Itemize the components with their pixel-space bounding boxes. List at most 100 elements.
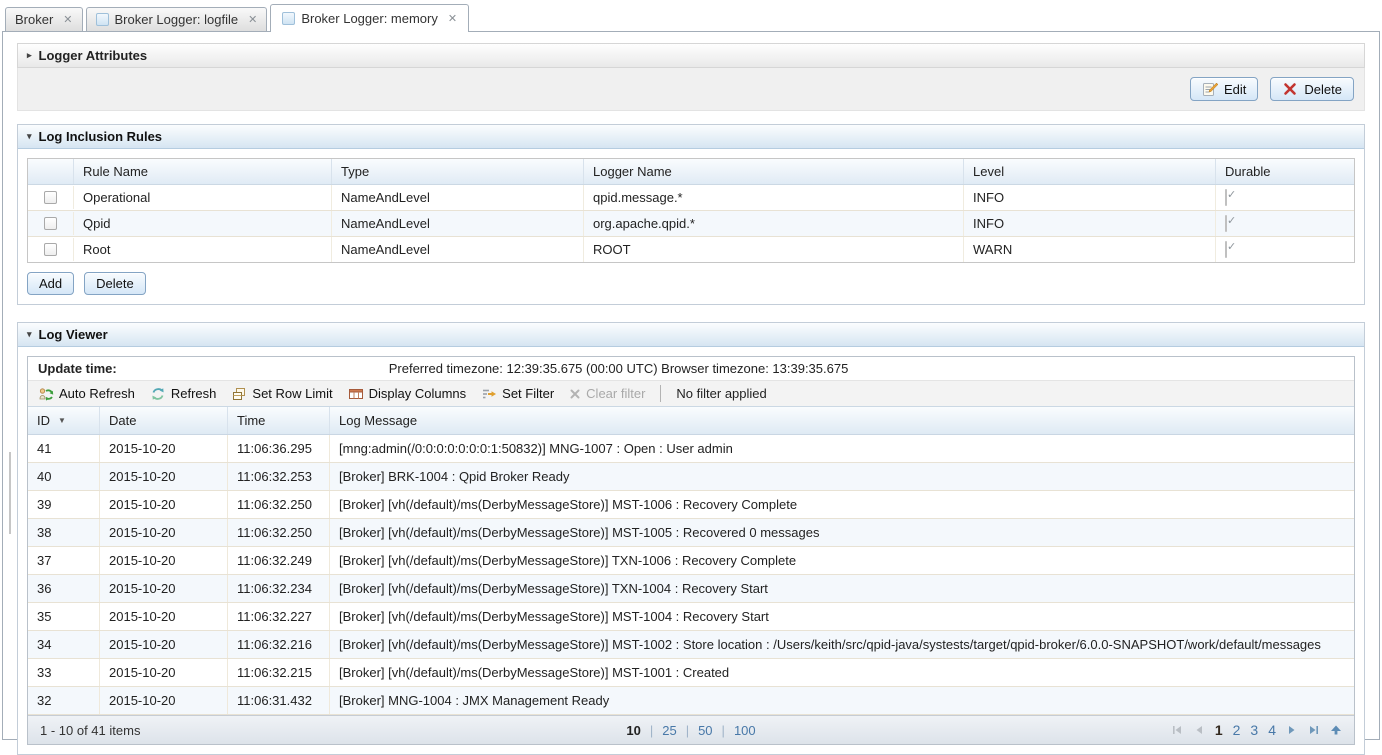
- log-row[interactable]: 32 2015-10-20 11:06:31.432 [Broker] MNG-…: [28, 687, 1354, 715]
- log-inclusion-rules-header[interactable]: ▾ Log Inclusion Rules: [18, 125, 1364, 149]
- update-time-row: Update time: Preferred timezone: 12:39:3…: [28, 357, 1354, 380]
- log-id-cell: 40: [28, 463, 100, 490]
- pager-next-icon[interactable]: [1286, 724, 1298, 736]
- delete-rule-button[interactable]: Delete: [84, 272, 146, 295]
- tab-broker-logger-memory[interactable]: Broker Logger: memory ✕: [270, 4, 469, 32]
- rule-type-cell: NameAndLevel: [332, 237, 584, 262]
- log-id-cell: 36: [28, 575, 100, 602]
- log-id-cell: 41: [28, 435, 100, 462]
- display-columns-button[interactable]: Display Columns: [348, 386, 467, 402]
- page-size-50[interactable]: 50: [698, 723, 712, 738]
- clear-filter-label: Clear filter: [586, 386, 645, 401]
- log-row[interactable]: 39 2015-10-20 11:06:32.250 [Broker] [vh(…: [28, 491, 1354, 519]
- set-row-limit-button[interactable]: Set Row Limit: [231, 386, 332, 402]
- page-size-selector: 10 | 25 | 50 | 100: [626, 723, 755, 738]
- page-size-10: 10: [626, 723, 640, 738]
- log-date-cell: 2015-10-20: [100, 659, 228, 686]
- rules-table: Rule Name Type Logger Name Level Durable…: [27, 158, 1355, 263]
- log-row[interactable]: 34 2015-10-20 11:06:32.216 [Broker] [vh(…: [28, 631, 1354, 659]
- page-scrollbar-thumb[interactable]: [9, 452, 11, 534]
- filter-status-text: No filter applied: [676, 386, 766, 401]
- column-header-log-message[interactable]: Log Message: [330, 407, 1354, 434]
- add-rule-label: Add: [39, 276, 62, 291]
- logger-tab-icon: [282, 12, 295, 25]
- log-message-cell: [Broker] [vh(/default)/ms(DerbyMessageSt…: [330, 603, 1354, 630]
- rule-row-root[interactable]: Root NameAndLevel ROOT WARN: [28, 237, 1354, 262]
- log-row[interactable]: 35 2015-10-20 11:06:32.227 [Broker] [vh(…: [28, 603, 1354, 631]
- logger-attributes-header[interactable]: ▸ Logger Attributes: [17, 43, 1365, 68]
- rule-level-cell: INFO: [964, 211, 1216, 236]
- log-row[interactable]: 33 2015-10-20 11:06:32.215 [Broker] [vh(…: [28, 659, 1354, 687]
- log-viewer-header[interactable]: ▾ Log Viewer: [18, 323, 1364, 347]
- column-header-id[interactable]: ID ▼: [28, 407, 100, 434]
- pager-page-4[interactable]: 4: [1268, 722, 1276, 738]
- page-size-100[interactable]: 100: [734, 723, 756, 738]
- log-viewer-toolbar: Auto Refresh Refresh: [28, 380, 1354, 406]
- close-icon[interactable]: ✕: [448, 12, 457, 25]
- sort-descending-icon: ▼: [58, 412, 66, 429]
- rule-level-cell: INFO: [964, 185, 1216, 210]
- display-columns-label: Display Columns: [369, 386, 467, 401]
- row-checkbox[interactable]: [44, 243, 57, 256]
- tab-broker[interactable]: Broker ✕: [5, 7, 83, 31]
- log-time-cell: 11:06:32.250: [228, 519, 330, 546]
- log-row[interactable]: 41 2015-10-20 11:06:36.295 [mng:admin(/0…: [28, 435, 1354, 463]
- items-count-text: 1 - 10 of 41 items: [40, 723, 140, 738]
- log-viewer-box: Update time: Preferred timezone: 12:39:3…: [27, 356, 1355, 745]
- rule-logger-cell: ROOT: [584, 237, 964, 262]
- close-icon[interactable]: ✕: [63, 13, 72, 26]
- pager-last-icon[interactable]: [1308, 724, 1320, 736]
- clear-filter-x-icon: [569, 388, 581, 400]
- log-message-cell: [Broker] [vh(/default)/ms(DerbyMessageSt…: [330, 519, 1354, 546]
- tab-label: Broker Logger: logfile: [115, 12, 239, 27]
- select-all-column: [28, 159, 74, 184]
- log-message-cell: [Broker] [vh(/default)/ms(DerbyMessageSt…: [330, 659, 1354, 686]
- refresh-button[interactable]: Refresh: [150, 386, 217, 402]
- set-row-limit-icon: [231, 386, 247, 402]
- page-size-25[interactable]: 25: [662, 723, 676, 738]
- pager-page-2[interactable]: 2: [1233, 722, 1241, 738]
- set-filter-button[interactable]: Set Filter: [481, 386, 554, 402]
- log-message-cell: [Broker] MNG-1004 : JMX Management Ready: [330, 687, 1354, 714]
- column-header-time[interactable]: Time: [228, 407, 330, 434]
- delete-button[interactable]: Delete: [1270, 77, 1354, 101]
- log-message-cell: [Broker] BRK-1004 : Qpid Broker Ready: [330, 463, 1354, 490]
- rule-logger-cell: org.apache.qpid.*: [584, 211, 964, 236]
- rule-type-cell: NameAndLevel: [332, 211, 584, 236]
- add-rule-button[interactable]: Add: [27, 272, 74, 295]
- log-message-cell: [Broker] [vh(/default)/ms(DerbyMessageSt…: [330, 575, 1354, 602]
- log-time-cell: 11:06:32.215: [228, 659, 330, 686]
- pager-page-3[interactable]: 3: [1250, 722, 1258, 738]
- set-filter-label: Set Filter: [502, 386, 554, 401]
- close-icon[interactable]: ✕: [248, 13, 257, 26]
- log-row[interactable]: 36 2015-10-20 11:06:32.234 [Broker] [vh(…: [28, 575, 1354, 603]
- column-header-logger-name: Logger Name: [584, 159, 964, 184]
- edit-button[interactable]: Edit: [1190, 77, 1258, 101]
- log-date-cell: 2015-10-20: [100, 603, 228, 630]
- auto-refresh-button[interactable]: Auto Refresh: [38, 386, 135, 402]
- rule-name-cell: Root: [74, 237, 332, 262]
- rule-row-qpid[interactable]: Qpid NameAndLevel org.apache.qpid.* INFO: [28, 211, 1354, 237]
- log-date-cell: 2015-10-20: [100, 463, 228, 490]
- durable-checkbox: [1225, 241, 1227, 258]
- rule-type-cell: NameAndLevel: [332, 185, 584, 210]
- log-date-cell: 2015-10-20: [100, 575, 228, 602]
- log-row[interactable]: 40 2015-10-20 11:06:32.253 [Broker] BRK-…: [28, 463, 1354, 491]
- column-header-date[interactable]: Date: [100, 407, 228, 434]
- separator: |: [722, 723, 725, 738]
- display-columns-icon: [348, 386, 364, 402]
- log-time-cell: 11:06:32.253: [228, 463, 330, 490]
- tab-broker-logger-logfile[interactable]: Broker Logger: logfile ✕: [86, 7, 268, 31]
- row-checkbox[interactable]: [44, 191, 57, 204]
- log-row[interactable]: 37 2015-10-20 11:06:32.249 [Broker] [vh(…: [28, 547, 1354, 575]
- edit-button-label: Edit: [1224, 82, 1246, 97]
- update-time-label: Update time:: [38, 361, 117, 376]
- scroll-to-top-icon[interactable]: [1330, 724, 1342, 736]
- rule-row-operational[interactable]: Operational NameAndLevel qpid.message.* …: [28, 185, 1354, 211]
- column-header-level: Level: [964, 159, 1216, 184]
- rule-logger-cell: qpid.message.*: [584, 185, 964, 210]
- log-row[interactable]: 38 2015-10-20 11:06:32.250 [Broker] [vh(…: [28, 519, 1354, 547]
- rule-level-cell: WARN: [964, 237, 1216, 262]
- grid-footer: 1 - 10 of 41 items 10 | 25 | 50 | 100: [28, 715, 1354, 744]
- row-checkbox[interactable]: [44, 217, 57, 230]
